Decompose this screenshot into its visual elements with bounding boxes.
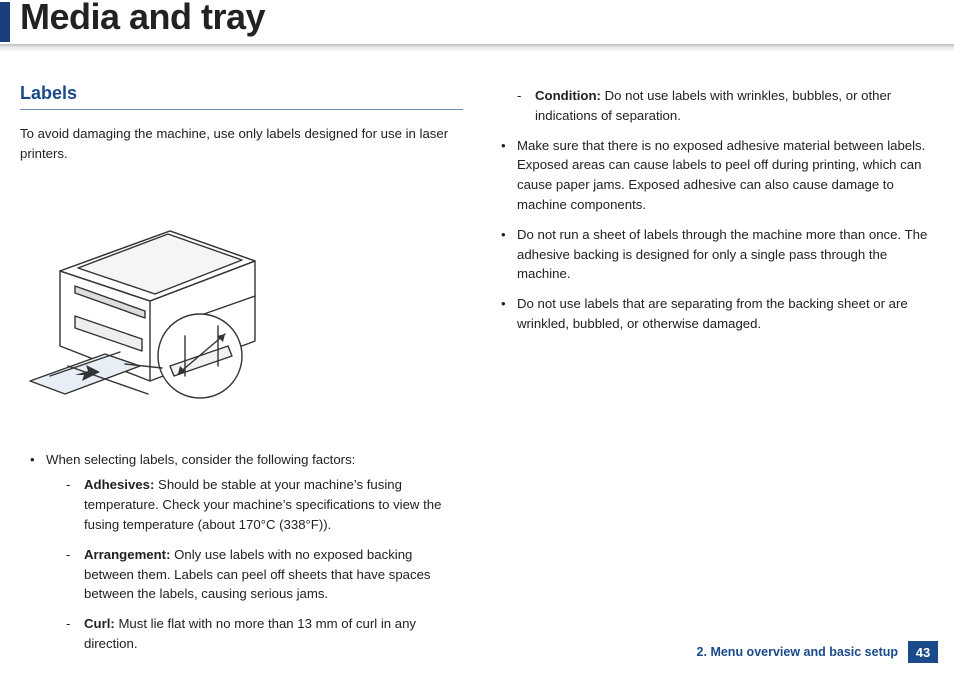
factor-item: Adhesives: Should be stable at your mach… [66, 475, 463, 534]
right-bullets: Make sure that there is no exposed adhes… [491, 136, 934, 334]
factor-term: Adhesives: [84, 477, 154, 492]
condition-list: Condition: Do not use labels with wrinkl… [491, 86, 934, 126]
factors-list: Adhesives: Should be stable at your mach… [46, 475, 463, 653]
factors-outer-list: When selecting labels, consider the foll… [20, 450, 463, 654]
title-underline [0, 44, 954, 52]
content-columns: Labels To avoid damaging the machine, us… [0, 52, 954, 664]
list-item: Do not use labels that are separating fr… [497, 294, 934, 334]
intro-paragraph: To avoid damaging the machine, use only … [20, 124, 463, 164]
page-title: Media and tray [20, 0, 265, 38]
list-item: Do not run a sheet of labels through the… [497, 225, 934, 284]
factors-intro-text: When selecting labels, consider the foll… [46, 452, 355, 467]
factor-term: Arrangement: [84, 547, 170, 562]
bullet-text: Make sure that there is no exposed adhes… [517, 138, 925, 212]
right-column: Condition: Do not use labels with wrinkl… [491, 80, 934, 664]
factor-item: Arrangement: Only use labels with no exp… [66, 545, 463, 604]
bullet-text: Do not use labels that are separating fr… [517, 296, 908, 331]
printer-illustration-svg [20, 176, 280, 436]
bullet-text: Do not run a sheet of labels through the… [517, 227, 927, 282]
factor-term: Curl: [84, 616, 115, 631]
footer-chapter: 2. Menu overview and basic setup [697, 645, 898, 659]
condition-item: Condition: Do not use labels with wrinkl… [517, 86, 934, 126]
page-footer: 2. Menu overview and basic setup 43 [697, 641, 938, 663]
section-heading: Labels [20, 80, 463, 107]
page-number: 43 [908, 641, 938, 663]
left-column: Labels To avoid damaging the machine, us… [20, 80, 463, 664]
title-bar: Media and tray [0, 0, 954, 52]
condition-term: Condition: [535, 88, 601, 103]
factor-text: Must lie flat with no more than 13 mm of… [84, 616, 416, 651]
section-rule [20, 109, 463, 110]
printer-figure [20, 176, 280, 436]
document-page: Media and tray Labels To avoid damaging … [0, 0, 954, 675]
title-accent [0, 2, 10, 42]
factors-intro-item: When selecting labels, consider the foll… [26, 450, 463, 654]
factor-item: Curl: Must lie flat with no more than 13… [66, 614, 463, 654]
list-item: Make sure that there is no exposed adhes… [497, 136, 934, 215]
